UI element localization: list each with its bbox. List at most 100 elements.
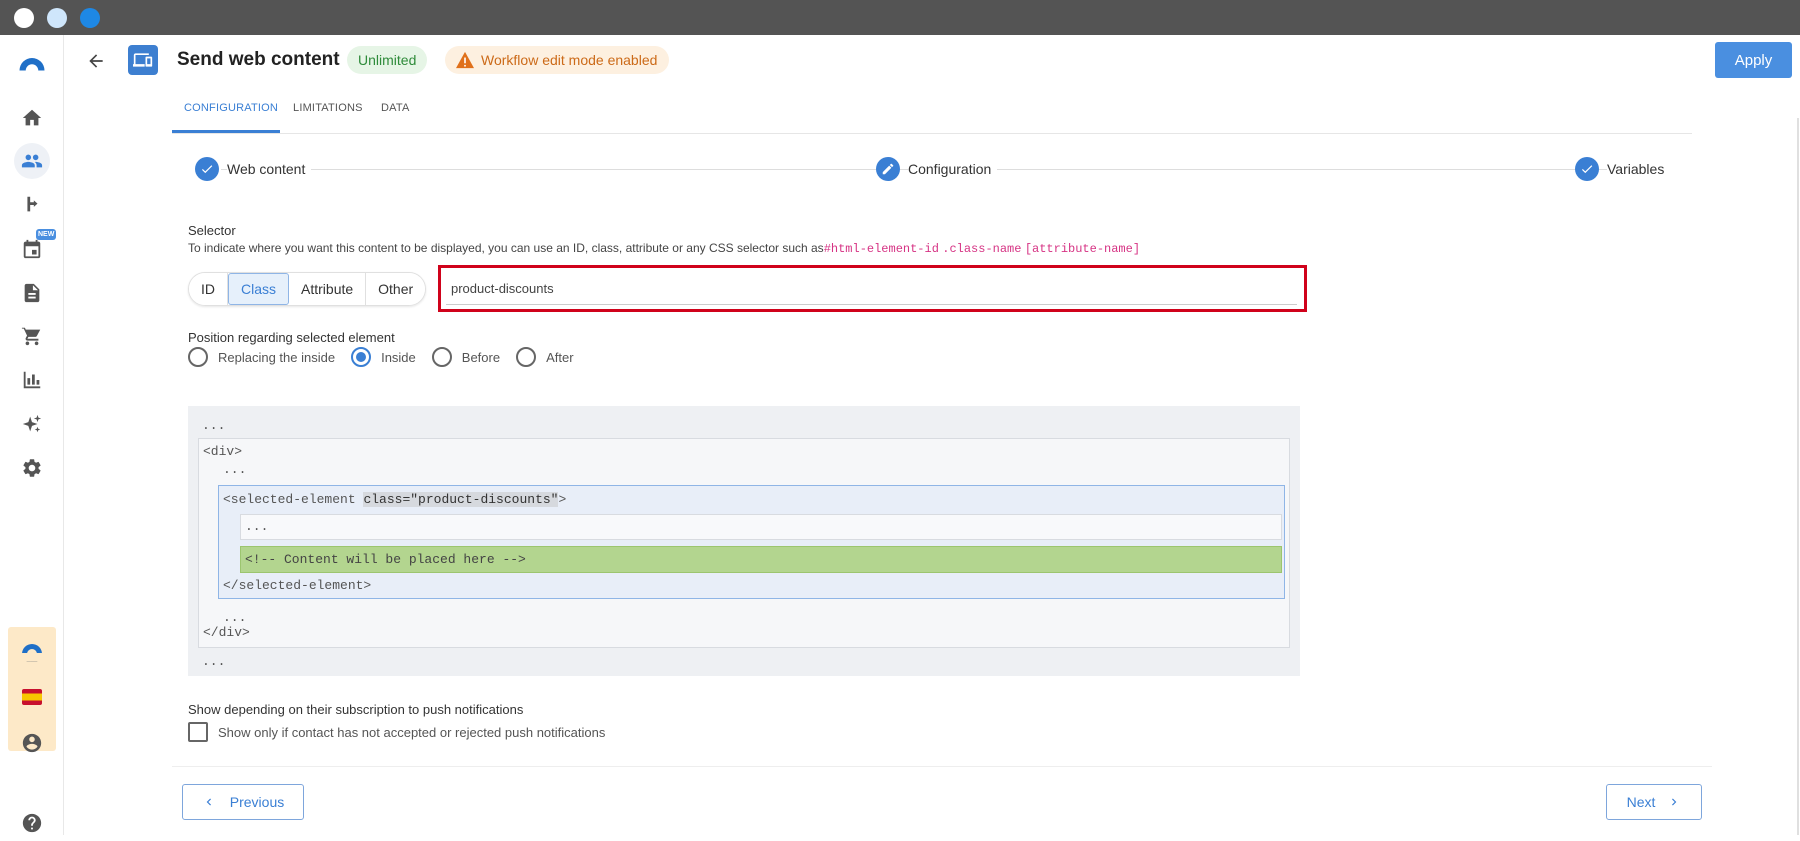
position-radio-group: Replacing the inside Inside Before After <box>188 347 590 367</box>
preview-div-close: </div> <box>203 625 250 640</box>
home-icon[interactable] <box>14 100 50 136</box>
footer-divider <box>172 766 1712 767</box>
preview-existing-content: ... <box>240 514 1282 540</box>
preview-dots: ... <box>202 654 226 669</box>
selector-input[interactable] <box>446 272 1297 305</box>
scrollbar[interactable] <box>1797 118 1799 835</box>
back-arrow-icon[interactable] <box>82 47 110 75</box>
chevron-left-icon <box>206 798 211 806</box>
step-configuration[interactable]: Configuration <box>876 157 998 181</box>
sidebar: NEW ─── <box>0 35 64 835</box>
hint-class: .class-name <box>942 242 1022 256</box>
tab-data[interactable]: DATA <box>381 102 410 114</box>
step-label: Variables <box>1607 161 1671 177</box>
new-badge: NEW <box>36 229 57 240</box>
unlimited-badge: Unlimited <box>347 46 428 74</box>
placement-preview: ... <div> ... <selected-element class="p… <box>188 406 1300 676</box>
radio-after[interactable]: After <box>516 347 574 367</box>
brand-logo-icon <box>20 641 44 653</box>
spain-flag-icon[interactable] <box>22 689 42 705</box>
preview-selected-tag-end: > <box>558 492 567 507</box>
radio-label: Before <box>461 349 501 365</box>
preview-dots: ... <box>202 418 226 433</box>
preview-class-attr: class="product-discounts" <box>363 492 559 507</box>
chevron-right-icon <box>1672 798 1677 806</box>
selector-type-attribute[interactable]: Attribute <box>289 273 367 305</box>
pencil-icon <box>876 157 900 181</box>
step-label: Web content <box>227 161 312 177</box>
cart-icon[interactable] <box>14 318 50 354</box>
tab-limitations[interactable]: LIMITATIONS <box>293 102 363 114</box>
window-titlebar <box>0 0 1800 35</box>
window-maximize-dot[interactable] <box>80 8 100 28</box>
preview-content-placement: <!-- Content will be placed here --> <box>240 546 1282 573</box>
stepper: Web content Configuration Variables <box>195 157 1671 183</box>
app-logo-icon[interactable] <box>14 45 50 81</box>
step-label: Configuration <box>908 161 998 177</box>
next-button[interactable]: Next <box>1606 784 1702 820</box>
preview-div-block: <div> ... <selected-element class="produ… <box>198 438 1290 648</box>
radio-label: Replacing the inside <box>218 349 336 365</box>
step-web-content[interactable]: Web content <box>195 157 312 181</box>
preview-dots: ... <box>223 610 247 625</box>
radio-circle[interactable] <box>351 347 372 367</box>
selector-type-id[interactable]: ID <box>189 273 228 305</box>
next-label: Next <box>1626 794 1656 810</box>
preview-div-open: <div> <box>203 444 243 459</box>
step-variables[interactable]: Variables <box>1575 157 1671 181</box>
hint-attribute: [attribute-name] <box>1024 242 1141 256</box>
selector-type-class[interactable]: Class <box>228 273 290 305</box>
radio-label: After <box>546 349 574 365</box>
preview-selected-element: <selected-element class="product-discoun… <box>218 485 1285 599</box>
help-icon[interactable] <box>14 805 50 841</box>
calendar-icon[interactable]: NEW <box>14 229 57 267</box>
push-checkbox[interactable] <box>188 722 208 742</box>
warning-icon <box>456 51 474 69</box>
radio-circle[interactable] <box>516 347 537 367</box>
window-close-dot[interactable] <box>14 8 34 28</box>
radio-replacing-inside[interactable]: Replacing the inside <box>188 347 335 367</box>
selector-title: Selector <box>188 223 236 238</box>
web-content-icon <box>128 45 158 75</box>
people-icon[interactable] <box>14 143 50 179</box>
account-icon[interactable] <box>14 725 50 761</box>
workflow-edit-label: Workflow edit mode enabled <box>481 52 658 68</box>
selector-description: To indicate where you want this content … <box>188 241 1140 256</box>
gear-icon[interactable] <box>14 450 50 486</box>
push-checkbox-row[interactable]: Show only if contact has not accepted or… <box>188 722 605 742</box>
workflow-edit-badge: Workflow edit mode enabled <box>445 46 670 74</box>
radio-label: Inside <box>381 349 416 365</box>
selector-type-toggle: ID Class Attribute Other <box>188 272 427 306</box>
chart-icon[interactable] <box>14 362 50 398</box>
previous-label: Previous <box>229 794 285 810</box>
preview-selected-open: <selected-element class="product-discoun… <box>223 492 566 507</box>
page-title: Send web content <box>177 49 340 70</box>
check-icon <box>1575 157 1599 181</box>
position-title: Position regarding selected element <box>188 330 395 345</box>
sparkle-icon[interactable] <box>14 406 50 442</box>
radio-circle[interactable] <box>188 347 208 367</box>
apply-button[interactable]: Apply <box>1715 42 1792 78</box>
tab-configuration[interactable]: CONFIGURATION <box>184 102 278 114</box>
page-header: Send web content Unlimited Workflow edit… <box>64 35 1800 87</box>
radio-circle[interactable] <box>431 347 452 367</box>
previous-button[interactable]: Previous <box>182 784 304 820</box>
active-tab-indicator <box>172 130 280 133</box>
tab-bar: CONFIGURATION LIMITATIONS DATA <box>172 88 1692 134</box>
preview-dots: ... <box>223 462 247 477</box>
selector-input-highlight <box>438 265 1307 312</box>
radio-before[interactable]: Before <box>431 347 501 367</box>
window-minimize-dot[interactable] <box>47 8 67 28</box>
push-title: Show depending on their subscription to … <box>188 702 524 717</box>
selector-description-text: To indicate where you want this content … <box>188 241 824 255</box>
preview-selected-close: </selected-element> <box>223 578 372 593</box>
document-icon[interactable] <box>14 275 50 311</box>
hint-id: #html-element-id <box>823 242 939 256</box>
workflow-icon[interactable] <box>14 187 50 223</box>
radio-inside[interactable]: Inside <box>351 347 416 367</box>
push-checkbox-label: Show only if contact has not accepted or… <box>218 724 606 740</box>
check-icon <box>195 157 219 181</box>
selector-type-other[interactable]: Other <box>366 273 426 305</box>
preview-selected-tag: <selected-element <box>223 492 364 507</box>
brand-caption: ─── <box>26 659 38 665</box>
